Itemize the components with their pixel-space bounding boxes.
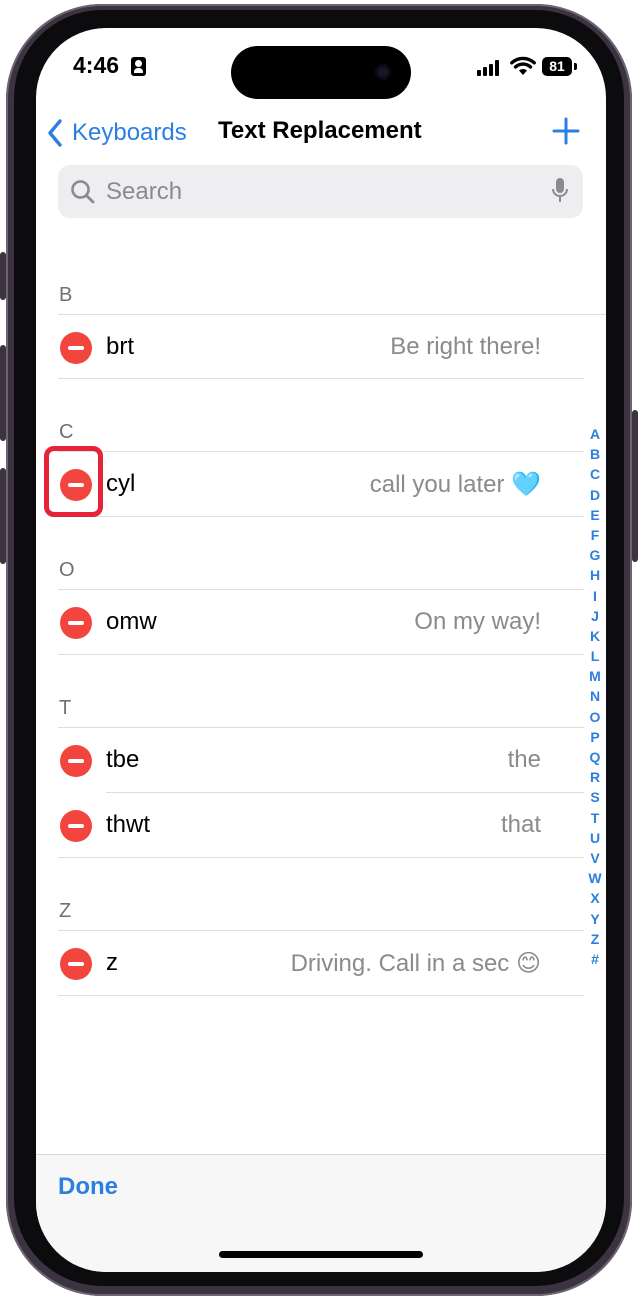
phone-screen: 4:46 81 Keyboards Text Replacement Searc… (36, 28, 606, 1272)
section-header-t: T (59, 697, 72, 719)
action-button (0, 252, 6, 300)
delete-icon[interactable] (60, 332, 92, 364)
divider (58, 654, 584, 655)
index-letter[interactable]: F (584, 525, 606, 545)
phrase-text: Driving. Call in a sec 😊 (290, 950, 541, 977)
index-letter[interactable]: B (584, 444, 606, 464)
delete-icon[interactable] (60, 745, 92, 777)
index-letter[interactable]: L (584, 646, 606, 666)
home-indicator[interactable] (219, 1251, 423, 1258)
search-field[interactable]: Search (58, 165, 583, 218)
list-item[interactable]: cyl call you later 🩵 (36, 452, 584, 516)
search-placeholder: Search (106, 178, 183, 205)
volume-up-button (0, 345, 6, 441)
index-letter[interactable]: T (584, 808, 606, 828)
index-letter[interactable]: D (584, 485, 606, 505)
index-letter[interactable]: H (584, 565, 606, 585)
search-icon (71, 180, 95, 204)
phrase-text: call you later 🩵 (369, 471, 541, 498)
shortcut-text: brt (106, 333, 135, 360)
shortcut-text: cyl (106, 470, 136, 497)
divider (58, 995, 584, 996)
index-letter[interactable]: # (584, 949, 606, 969)
phrase-text: the (507, 746, 541, 773)
index-letter[interactable]: Z (584, 929, 606, 949)
back-button-label: Keyboards (72, 119, 187, 146)
index-letter[interactable]: O (584, 707, 606, 727)
shortcut-text: z (106, 949, 118, 976)
battery-nub (574, 63, 577, 70)
add-icon[interactable] (551, 116, 581, 146)
list-item[interactable]: thwt that (36, 793, 584, 857)
camera-icon (375, 64, 391, 80)
delete-icon[interactable] (60, 810, 92, 842)
chevron-left-icon (48, 119, 62, 147)
index-letter[interactable]: J (584, 606, 606, 626)
delete-icon[interactable] (60, 607, 92, 639)
index-letter[interactable]: E (584, 505, 606, 525)
index-letter[interactable]: K (584, 626, 606, 646)
index-letter[interactable]: U (584, 828, 606, 848)
section-header-b: B (59, 284, 73, 306)
contact-card-icon (131, 57, 146, 76)
index-letter[interactable]: M (584, 666, 606, 686)
index-letter[interactable]: N (584, 686, 606, 706)
done-button[interactable]: Done (58, 1173, 118, 1201)
index-letter[interactable]: I (584, 586, 606, 606)
list-item[interactable]: z Driving. Call in a sec 😊 (36, 931, 584, 995)
volume-down-button (0, 468, 6, 564)
list-item[interactable]: tbe the (36, 728, 584, 792)
battery-indicator: 81 (542, 57, 572, 76)
page-title: Text Replacement (218, 117, 422, 144)
section-header-z: Z (59, 900, 72, 922)
index-letter[interactable]: X (584, 888, 606, 908)
microphone-icon[interactable] (551, 177, 569, 205)
index-letter[interactable]: A (584, 424, 606, 444)
index-letter[interactable]: P (584, 727, 606, 747)
index-letter[interactable]: C (584, 464, 606, 484)
index-letter[interactable]: G (584, 545, 606, 565)
back-button[interactable]: Keyboards (46, 116, 187, 150)
phrase-text: On my way! (414, 608, 541, 635)
list-item[interactable]: omw On my way! (36, 590, 584, 654)
index-letter[interactable]: Q (584, 747, 606, 767)
divider (58, 378, 584, 379)
index-letter[interactable]: Y (584, 909, 606, 929)
wifi-icon (510, 56, 536, 75)
section-header-c: C (59, 421, 74, 443)
delete-icon[interactable] (60, 948, 92, 980)
shortcut-text: tbe (106, 746, 140, 773)
phrase-text: Be right there! (390, 333, 541, 360)
highlight-annotation (44, 446, 103, 517)
shortcut-text: omw (106, 608, 157, 635)
index-letter[interactable]: V (584, 848, 606, 868)
list-item[interactable]: brt Be right there! (36, 315, 584, 379)
index-letter[interactable]: R (584, 767, 606, 787)
index-letter[interactable]: S (584, 787, 606, 807)
section-index[interactable]: A B C D E F G H I J K L M N O P Q R S T … (584, 424, 606, 969)
divider (58, 857, 584, 858)
shortcut-text: thwt (106, 811, 151, 838)
cellular-signal-icon (477, 60, 503, 76)
power-button (632, 410, 638, 562)
section-header-o: O (59, 559, 75, 581)
screenshot: 4:46 81 Keyboards Text Replacement Searc… (0, 0, 642, 1301)
status-time: 4:46 (73, 52, 120, 78)
index-letter[interactable]: W (584, 868, 606, 888)
divider (58, 516, 584, 517)
dynamic-island (231, 46, 411, 99)
phrase-text: that (500, 811, 541, 838)
